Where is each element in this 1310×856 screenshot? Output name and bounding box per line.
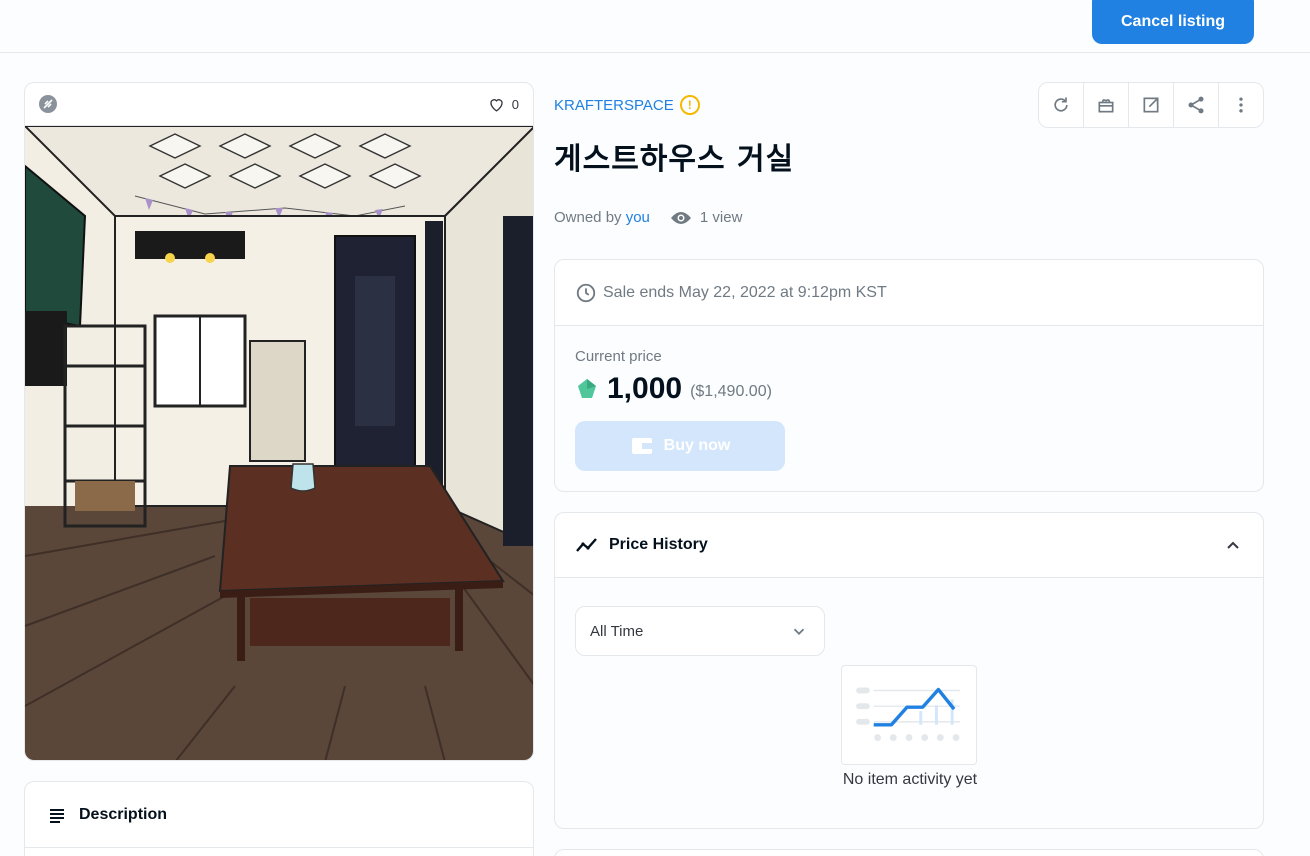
price-usd: ($1,490.00) (690, 383, 772, 400)
buy-now-label: Buy now (663, 437, 731, 454)
external-link-button[interactable] (1129, 83, 1174, 127)
collection-link[interactable]: KRAFTERSPACE ! (554, 95, 700, 115)
description-header[interactable]: Description (25, 782, 533, 848)
trend-icon (576, 538, 597, 552)
external-link-icon (1143, 97, 1159, 113)
chevron-up-icon (1227, 541, 1239, 549)
sale-end-text: Sale ends May 22, 2022 at 9:12pm KST (603, 283, 887, 301)
media-header: 0 (25, 83, 533, 126)
chevron-down-icon (793, 628, 805, 635)
transfer-button[interactable] (1084, 83, 1129, 127)
description-panel: Description (24, 781, 534, 856)
price-row: 1,000 ($1,490.00) (575, 372, 772, 406)
item-meta: Owned by you 1 view (554, 209, 742, 226)
owner-link[interactable]: you (626, 209, 650, 226)
share-icon (1188, 96, 1204, 114)
price-history-panel: Price History All Time No item activity … (554, 512, 1264, 829)
refresh-icon (1054, 97, 1068, 112)
owner-info: Owned by you (554, 209, 650, 226)
favorite-button[interactable]: 0 (487, 95, 519, 114)
gift-icon (1098, 99, 1114, 113)
item-title: 게스트하우스 거실 (554, 142, 795, 177)
item-actions (1038, 82, 1264, 128)
description-title: Description (79, 805, 168, 823)
more-options-button[interactable] (1219, 83, 1263, 127)
warning-icon: ! (679, 95, 700, 115)
buy-now-button[interactable]: Buy now (575, 421, 785, 471)
empty-chart-illustration (841, 665, 977, 765)
list-icon (50, 808, 64, 823)
more-vertical-icon (1239, 97, 1243, 113)
wallet-icon (631, 438, 652, 454)
time-range-value: All Time (590, 622, 644, 640)
owned-by-label: Owned by (554, 209, 622, 226)
empty-activity-text: No item activity yet (842, 771, 978, 788)
time-range-select[interactable]: All Time (575, 606, 825, 656)
price-history-title: Price History (609, 536, 708, 553)
collection-name: KRAFTERSPACE (554, 96, 674, 114)
media-card: 0 (24, 82, 534, 761)
clock-icon (576, 283, 596, 302)
listings-panel (554, 849, 1264, 856)
favorite-count: 0 (511, 96, 519, 112)
refresh-button[interactable] (1039, 83, 1084, 127)
price-history-header[interactable]: Price History (555, 513, 1263, 578)
heart-icon (490, 98, 503, 112)
sale-end-row: Sale ends May 22, 2022 at 9:12pm KST (555, 260, 1263, 326)
view-count: 1 view (670, 209, 743, 226)
top-bar: Cancel listing (0, 0, 1310, 53)
nft-artwork (25, 126, 533, 760)
chain-icon (39, 95, 57, 113)
view-count-text: 1 view (699, 209, 743, 226)
eye-icon (670, 211, 691, 224)
price-value: 1,000 (607, 372, 683, 405)
token-icon (578, 379, 596, 398)
sale-panel: Sale ends May 22, 2022 at 9:12pm KST Cur… (554, 259, 1264, 492)
share-button[interactable] (1174, 83, 1219, 127)
cancel-listing-button[interactable]: Cancel listing (1092, 0, 1254, 44)
current-price-label: Current price (575, 348, 662, 365)
